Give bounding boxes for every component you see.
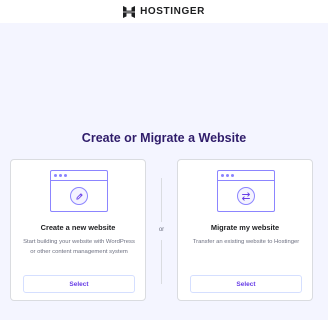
hostinger-logo[interactable]: HOSTINGER: [123, 5, 205, 18]
divider-line-top: [161, 178, 162, 222]
brand-name: HOSTINGER: [140, 6, 205, 17]
migrate-website-select-button[interactable]: Select: [190, 275, 302, 293]
create-website-card[interactable]: Create a new website Start building your…: [10, 159, 146, 301]
migrate-website-description: Transfer an existing website to Hostinge…: [192, 239, 300, 245]
hostinger-logo-icon: [123, 5, 136, 18]
browser-illustration: [50, 170, 108, 212]
top-bar: HOSTINGER: [0, 0, 328, 23]
create-website-description: Start building your website with WordPre…: [23, 239, 135, 255]
or-separator: or: [158, 227, 165, 233]
window-bar: [51, 180, 107, 181]
swap-arrows-icon: [237, 187, 255, 205]
window-bar: [218, 180, 274, 181]
window-dots: [54, 174, 67, 177]
migrate-website-title: Migrate my website: [210, 223, 280, 232]
pencil-icon: [70, 187, 88, 205]
divider-line-bottom: [161, 240, 162, 284]
page-title: Create or Migrate a Website: [81, 131, 247, 145]
browser-illustration: [217, 170, 275, 212]
create-website-select-button[interactable]: Select: [23, 275, 135, 293]
window-dots: [221, 174, 234, 177]
create-website-title: Create a new website: [40, 223, 116, 232]
migrate-website-card[interactable]: Migrate my website Transfer an existing …: [177, 159, 313, 301]
